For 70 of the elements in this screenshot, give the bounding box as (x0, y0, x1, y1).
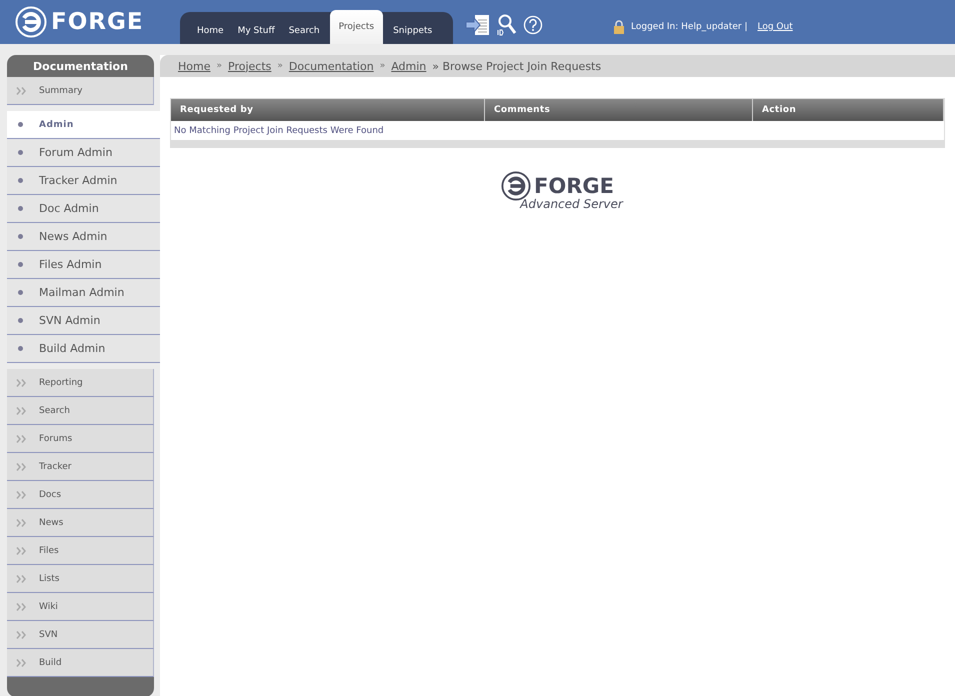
sidebar-title: Documentation (7, 55, 154, 77)
bullet-icon (18, 346, 23, 351)
bullet-icon (18, 290, 23, 295)
sidebar-item[interactable]: Docs (7, 481, 154, 509)
breadcrumb-separator: » (216, 61, 222, 71)
column-header: Requested by (171, 99, 485, 121)
breadcrumb-link[interactable]: Admin (391, 60, 426, 72)
nav-tab[interactable]: Search (282, 18, 327, 44)
admin-menu-item[interactable]: Build Admin (7, 335, 160, 363)
bullet-icon (18, 234, 23, 239)
footer-logo-text: FORGE (534, 174, 614, 198)
admin-menu-item[interactable]: Files Admin (7, 251, 160, 279)
admin-menu-item[interactable]: Forum Admin (7, 139, 160, 167)
breadcrumb-current: » Browse Project Join Requests (432, 60, 602, 72)
chevron-icon (16, 518, 27, 526)
sidebar-item[interactable]: Search (7, 397, 154, 425)
login-status: Logged In: Help_updater | (631, 22, 748, 32)
logo-icon (15, 6, 47, 38)
bullet-icon (18, 318, 23, 323)
breadcrumb-link[interactable]: Projects (228, 60, 272, 72)
nav-tab[interactable]: Home (190, 18, 231, 44)
admin-menu-item[interactable]: Mailman Admin (7, 279, 160, 307)
logo-text[interactable]: FORGE (51, 9, 144, 35)
bullet-icon (18, 262, 23, 267)
bullet-icon (18, 122, 23, 127)
sidebar-item[interactable]: Reporting (7, 369, 154, 397)
search-id-icon[interactable] (497, 14, 517, 36)
footer-logo-subtitle: Advanced Server (520, 197, 623, 211)
sidebar-item[interactable]: Summary (7, 77, 154, 105)
help-icon[interactable] (523, 15, 543, 35)
admin-menu-item[interactable]: News Admin (7, 223, 160, 251)
nav-tab[interactable]: Snippets (386, 18, 440, 44)
bullet-icon (18, 206, 23, 211)
chevron-icon (16, 574, 27, 582)
admin-menu-item[interactable]: Tracker Admin (7, 167, 160, 195)
bullet-icon (18, 150, 23, 155)
chevron-icon (16, 406, 27, 414)
lock-icon (613, 20, 625, 34)
sidebar-item[interactable]: Build (7, 649, 154, 677)
chevron-icon (16, 546, 27, 554)
logout-link[interactable]: Log Out (757, 22, 793, 32)
sidebar-item[interactable]: Forums (7, 425, 154, 453)
sidebar-item[interactable]: SVN (7, 621, 154, 649)
column-header: Action (753, 99, 944, 121)
nav-tab[interactable]: My Stuff (230, 18, 282, 44)
breadcrumb-separator: » (277, 61, 283, 71)
admin-menu-item[interactable]: Admin (7, 111, 160, 139)
breadcrumb-link[interactable]: Home (178, 60, 210, 72)
admin-menu-item[interactable]: SVN Admin (7, 307, 160, 335)
column-header: Comments (485, 99, 753, 121)
sidebar-item[interactable]: Lists (7, 565, 154, 593)
chevron-icon (16, 602, 27, 610)
admin-menu-item[interactable]: Doc Admin (7, 195, 160, 223)
document-icon[interactable] (465, 14, 491, 36)
sidebar-item[interactable]: Tracker (7, 453, 154, 481)
nav-tab[interactable]: Projects (330, 10, 384, 44)
chevron-icon (16, 658, 27, 666)
breadcrumb-link[interactable]: Documentation (288, 60, 374, 72)
sidebar-item[interactable]: Files (7, 537, 154, 565)
chevron-icon (16, 630, 27, 638)
chevron-icon (16, 378, 27, 386)
chevron-icon (16, 434, 27, 442)
chevron-icon (16, 490, 27, 498)
chevron-icon (16, 86, 27, 94)
chevron-icon (16, 462, 27, 470)
empty-message: No Matching Project Join Requests Were Found (173, 124, 385, 138)
breadcrumb-separator: » (380, 61, 386, 71)
bullet-icon (18, 178, 23, 183)
sidebar-item[interactable]: News (7, 509, 154, 537)
sidebar-item[interactable]: Wiki (7, 593, 154, 621)
